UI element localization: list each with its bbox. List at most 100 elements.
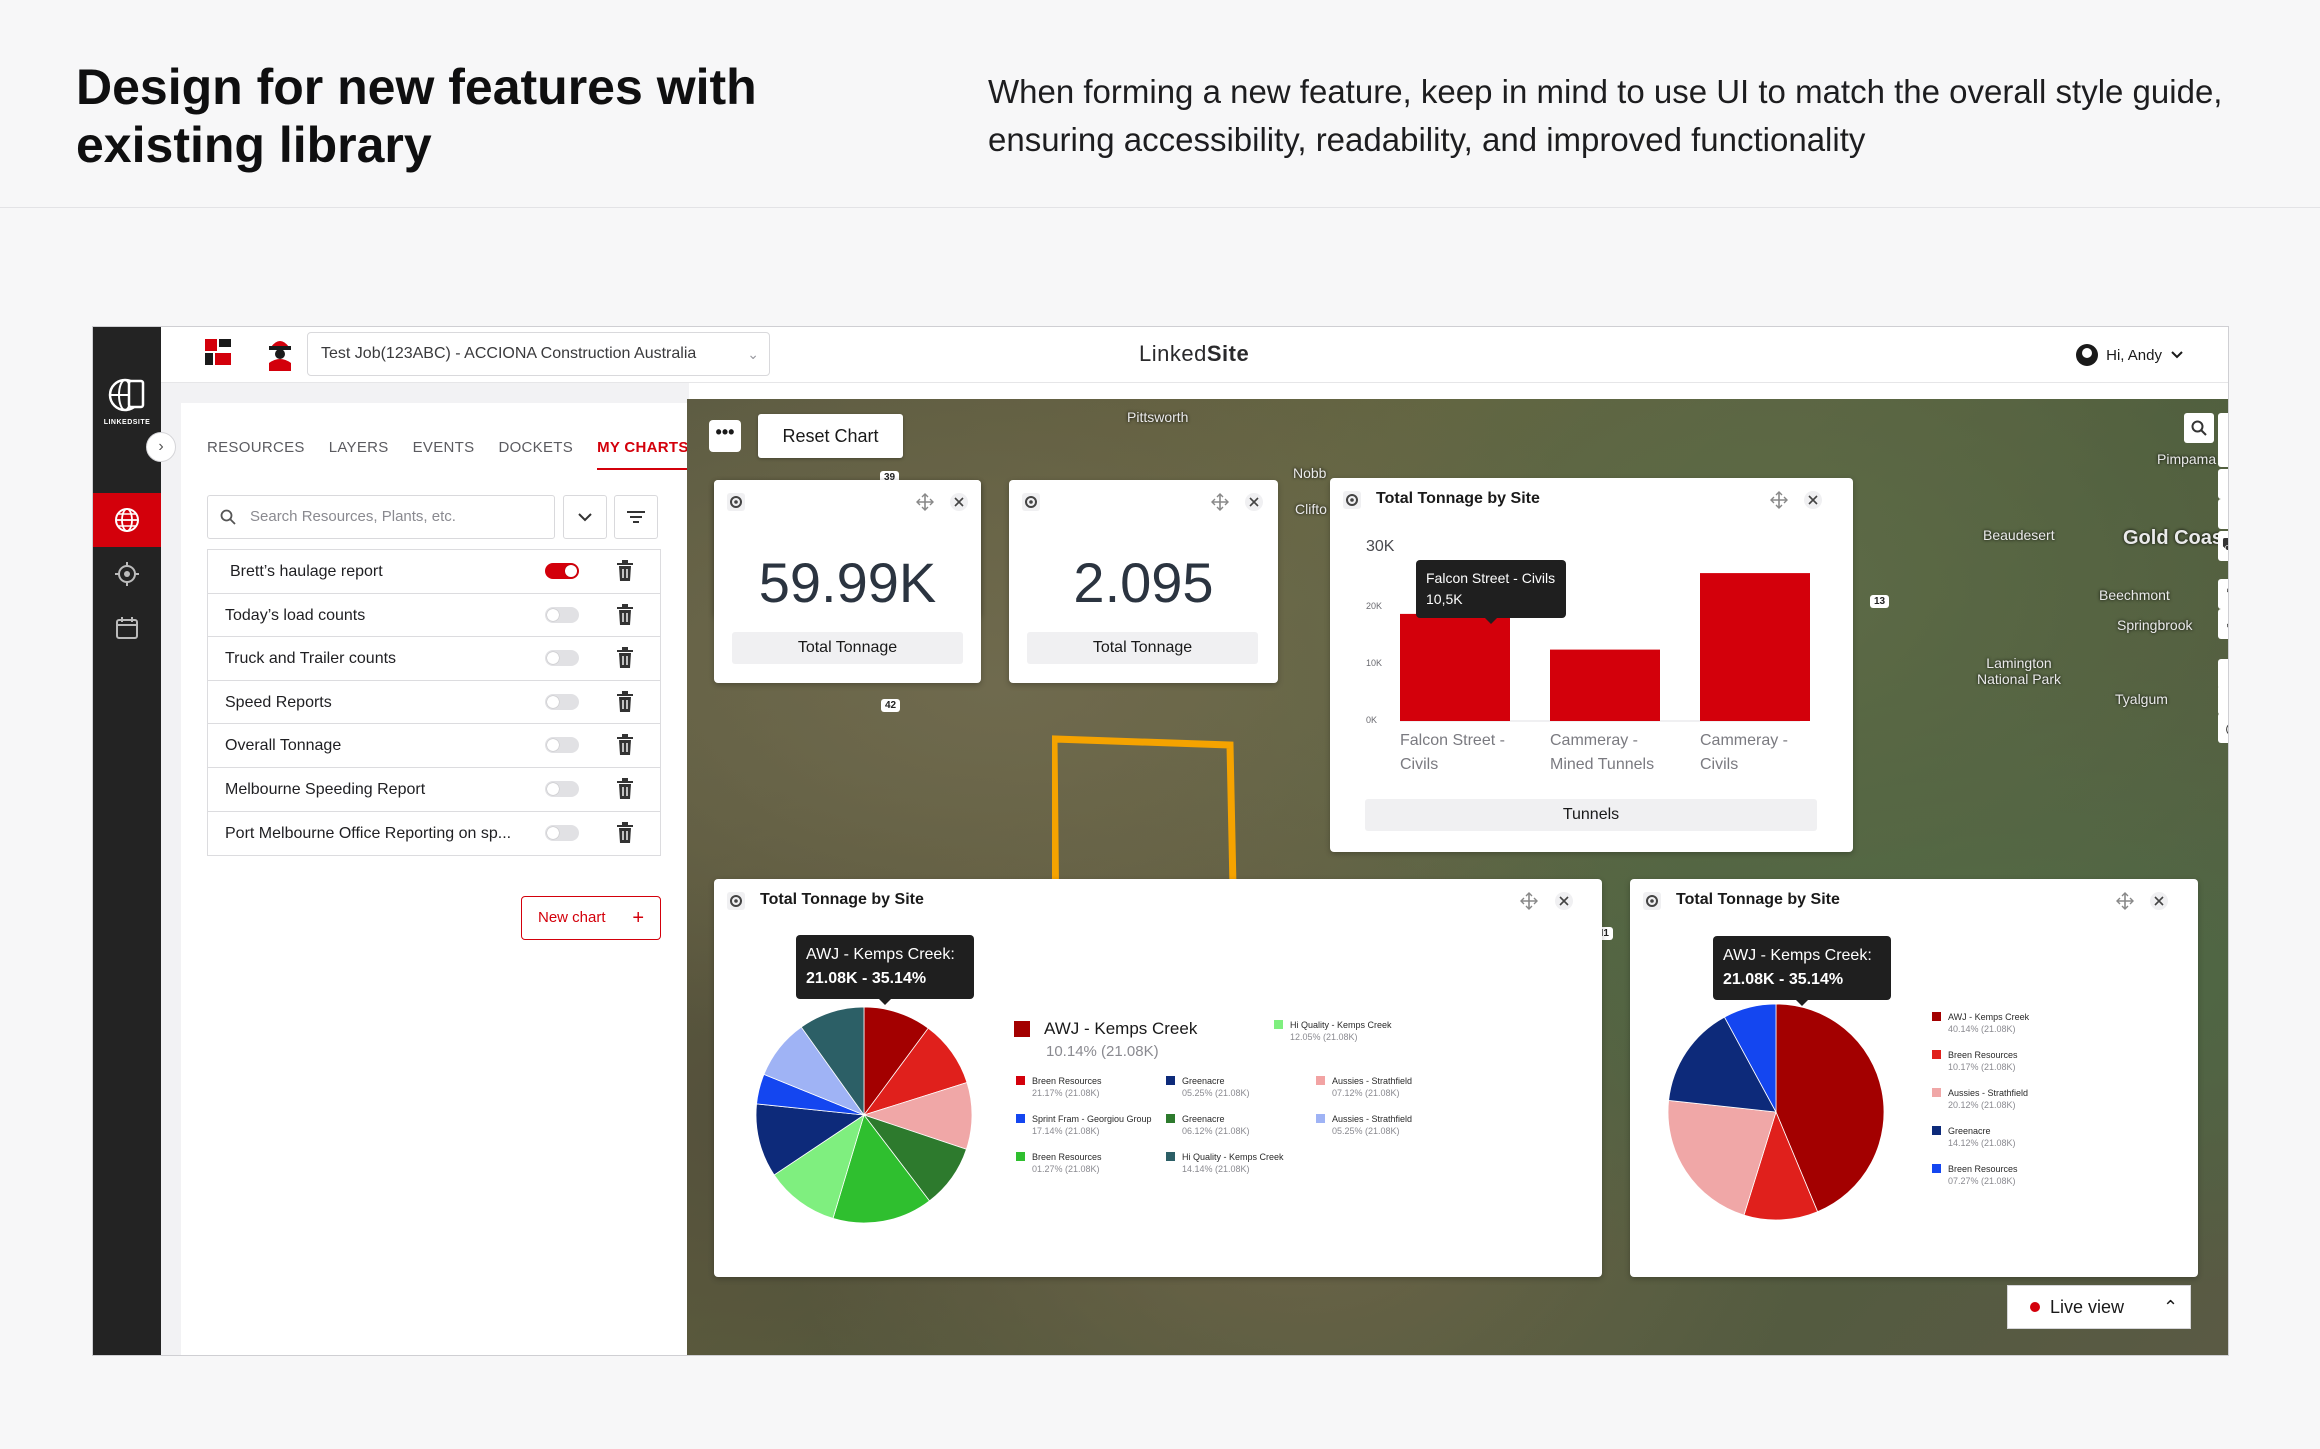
tab-dockets[interactable]: DOCKETS bbox=[498, 439, 573, 470]
move-icon[interactable] bbox=[1519, 891, 1539, 911]
chart-toggle[interactable] bbox=[545, 650, 579, 667]
pencil-icon: ✐ bbox=[2225, 614, 2228, 635]
list-item[interactable]: Melbourne Speeding Report bbox=[208, 768, 660, 812]
tab-events[interactable]: EVENTS bbox=[413, 439, 475, 470]
legend-swatch bbox=[1016, 1076, 1025, 1085]
tab-my-charts[interactable]: MY CHARTS bbox=[597, 439, 689, 470]
bar[interactable] bbox=[1700, 573, 1810, 721]
legend-value: 07.12% (21.08K) bbox=[1332, 1088, 1400, 1098]
rail-item-map[interactable] bbox=[93, 493, 161, 547]
move-icon[interactable] bbox=[1769, 490, 1789, 510]
close-icon[interactable] bbox=[1554, 891, 1574, 911]
search-icon bbox=[2191, 420, 2207, 436]
close-icon[interactable] bbox=[1803, 490, 1823, 510]
new-chart-button[interactable]: New chart + bbox=[521, 896, 661, 940]
speed-button[interactable]: ◔ bbox=[2218, 685, 2229, 715]
measure-button[interactable]: ✎ bbox=[2218, 579, 2228, 609]
chart-toggle[interactable] bbox=[545, 693, 579, 710]
trash-icon[interactable] bbox=[616, 777, 634, 800]
vehicle-button[interactable]: ⛟ bbox=[2218, 531, 2228, 561]
legend-value: 17.14% (21.08K) bbox=[1032, 1126, 1100, 1136]
list-item[interactable]: Today’s load counts bbox=[208, 594, 660, 638]
zoom-in-button[interactable]: + bbox=[2218, 437, 2228, 467]
chart-name: Melbourne Speeding Report bbox=[225, 780, 426, 798]
map-search-button[interactable] bbox=[2184, 413, 2214, 443]
legend-item: Breen Resources 10.17% (21.08K) bbox=[1932, 1049, 2122, 1073]
chart-toggle[interactable] bbox=[545, 737, 579, 754]
move-icon[interactable] bbox=[1210, 492, 1230, 512]
trash-icon[interactable] bbox=[616, 821, 634, 844]
locate-button[interactable]: ⌖ bbox=[2218, 499, 2228, 529]
linkedsite-logo[interactable]: LINKEDSITE bbox=[101, 375, 153, 439]
legend-value: 14.14% (21.08K) bbox=[1182, 1164, 1250, 1174]
expand-dropdown-button[interactable] bbox=[563, 495, 607, 539]
speedometer-icon: ◔ bbox=[2228, 690, 2229, 711]
bar[interactable] bbox=[1400, 613, 1510, 721]
trash-icon[interactable] bbox=[616, 560, 634, 582]
job-select[interactable]: Test Job(123ABC) - ACCIONA Construction … bbox=[307, 332, 770, 376]
nav-rail: LINKEDSITE bbox=[93, 327, 161, 1355]
ellipsis-icon: ••• bbox=[715, 422, 735, 442]
close-icon[interactable] bbox=[949, 492, 969, 512]
trash-icon[interactable] bbox=[616, 734, 634, 756]
rail-item-location[interactable] bbox=[93, 547, 161, 601]
pie-chart-card[interactable]: Total Tonnage by Site AWJ - Kemps Creek:… bbox=[714, 879, 1602, 1277]
history-button[interactable]: ◷ bbox=[2218, 713, 2228, 743]
list-item[interactable]: Port Melbourne Office Reporting on sp... bbox=[208, 812, 660, 856]
gear-icon[interactable] bbox=[1021, 492, 1041, 512]
live-view-button[interactable]: Live view bbox=[2007, 1285, 2152, 1329]
chart-toggle[interactable] bbox=[545, 780, 579, 797]
gear-icon[interactable] bbox=[726, 492, 746, 512]
chart-toggle[interactable] bbox=[545, 563, 579, 579]
list-item[interactable]: Speed Reports bbox=[208, 681, 660, 725]
trash-icon[interactable] bbox=[616, 690, 634, 713]
highlight-value: 10.14% (21.08K) bbox=[1046, 1043, 1159, 1060]
move-icon[interactable] bbox=[2115, 891, 2135, 911]
safety-worker-icon[interactable] bbox=[265, 335, 295, 371]
search-input[interactable]: Search Resources, Plants, etc. bbox=[207, 495, 555, 539]
legend-label: Greenacre bbox=[1182, 1114, 1225, 1124]
collapse-panel-button[interactable]: › bbox=[146, 432, 176, 462]
rail-item-calendar[interactable] bbox=[93, 601, 161, 655]
kpi-card-total-tonnage[interactable]: 59.99K Total Tonnage bbox=[714, 480, 981, 683]
chart-toggle[interactable] bbox=[545, 606, 579, 623]
logo-text: LINKEDSITE bbox=[103, 419, 151, 426]
legend-label: Breen Resources bbox=[1948, 1050, 2018, 1060]
move-icon[interactable] bbox=[915, 492, 935, 512]
legend-item: AWJ - Kemps Creek 40.14% (21.08K) bbox=[1932, 1011, 2122, 1035]
trash-icon[interactable] bbox=[616, 603, 634, 626]
legend-swatch bbox=[1014, 1021, 1030, 1037]
close-icon[interactable] bbox=[2149, 891, 2169, 911]
globe-icon bbox=[115, 508, 139, 532]
list-item[interactable]: Truck and Trailer counts bbox=[208, 637, 660, 681]
list-item[interactable]: Brett’s haulage report bbox=[208, 550, 660, 594]
reset-chart-button[interactable]: Reset Chart bbox=[758, 414, 903, 458]
tab-resources[interactable]: RESOURCES bbox=[207, 439, 305, 470]
user-menu[interactable]: Hi, Andy bbox=[2076, 341, 2184, 369]
gear-icon[interactable] bbox=[726, 891, 746, 911]
y-tick-label: 30K bbox=[1366, 538, 1395, 555]
close-icon[interactable] bbox=[1244, 492, 1264, 512]
expand-live-view-button[interactable]: ⌃ bbox=[2151, 1285, 2191, 1329]
draw-button[interactable]: ✐ bbox=[2218, 609, 2228, 639]
trash-icon[interactable] bbox=[616, 647, 634, 669]
bar[interactable] bbox=[1550, 649, 1660, 721]
bar-chart-card[interactable]: Total Tonnage by Site 30K 20K 10K 0K Fal… bbox=[1330, 478, 1853, 852]
globe-logo-icon bbox=[108, 378, 145, 412]
gear-icon[interactable] bbox=[1642, 891, 1662, 911]
zoom-out-button[interactable]: − bbox=[2218, 469, 2228, 499]
kpi-card-total-tonnage[interactable]: 2.095 Total Tonnage bbox=[1009, 480, 1278, 683]
road-shield: 13 bbox=[1870, 595, 1890, 608]
legend-item: Aussies - Strathfield 07.12% (21.08K) bbox=[1316, 1075, 1456, 1099]
filter-icon bbox=[627, 511, 645, 523]
gear-icon[interactable] bbox=[1342, 490, 1362, 510]
live-dot-icon bbox=[2030, 1302, 2040, 1312]
map-label: Lamington National Park bbox=[1976, 655, 2062, 687]
chart-toggle[interactable] bbox=[545, 824, 579, 841]
pie-chart-card[interactable]: Total Tonnage by Site AWJ - Kemps Creek:… bbox=[1630, 879, 2198, 1277]
legend-swatch bbox=[1166, 1076, 1175, 1085]
more-options-button[interactable]: ••• bbox=[709, 420, 741, 452]
tab-layers[interactable]: LAYERS bbox=[329, 439, 389, 470]
list-item[interactable]: Overall Tonnage bbox=[208, 724, 660, 768]
filter-button[interactable] bbox=[614, 495, 658, 539]
